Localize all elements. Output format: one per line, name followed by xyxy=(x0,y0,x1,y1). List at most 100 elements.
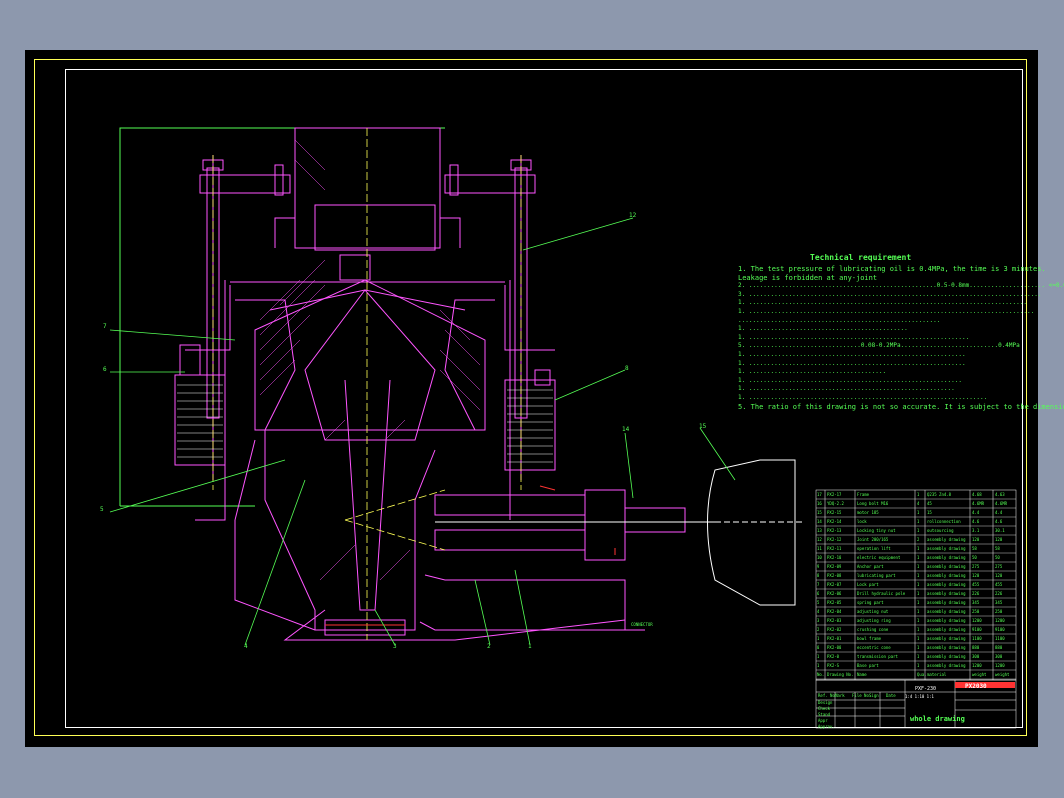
bom-cell-code: PX2-05 xyxy=(827,600,842,605)
bom-cell-material: assembly drawing xyxy=(927,546,966,551)
bom-cell-qty: 1 xyxy=(917,636,920,641)
requirement-line: 5. The ratio of this drawing is not so a… xyxy=(738,402,1064,411)
bom-cell-no: 0 xyxy=(817,645,820,650)
bom-cell-name: crushing cone xyxy=(857,627,889,632)
bom-cell-name: transmission part xyxy=(857,654,898,659)
callout-8: 8 xyxy=(625,365,629,372)
bom-cell-material: assembly drawing xyxy=(927,645,966,650)
requirement-line: 1. .....................................… xyxy=(738,394,988,401)
bom-cell-no: 3 xyxy=(817,618,820,623)
bom-cell-w: 3.1 xyxy=(972,528,980,533)
bom-cell-material: assembly drawing xyxy=(927,618,966,623)
bom-cell-w: 455 xyxy=(972,582,980,587)
bom-cell-no: 11 xyxy=(817,546,822,551)
bom-cell-name: electric equipment xyxy=(857,555,901,560)
bom-cell-material: assembly drawing xyxy=(927,573,966,578)
bom-cell-no: 1 xyxy=(817,654,820,659)
bom-cell-material: assembly drawing xyxy=(927,654,966,659)
bom-cell-t: 300 xyxy=(995,654,1003,659)
bom-cell-w: 50 xyxy=(972,555,977,560)
bom-cell-w: 275 xyxy=(972,564,980,569)
bom-cell-code: PX2-06 xyxy=(827,591,842,596)
bom-cell-name: Drill hydraulic pole xyxy=(857,591,906,596)
bom-cell-no: 14 xyxy=(817,519,822,524)
title-block-label: Appr xyxy=(818,718,828,723)
callout-15: 15 xyxy=(699,423,707,430)
bom-cell-t: 275 xyxy=(995,564,1003,569)
callout-6: 6 xyxy=(103,366,107,373)
bom-cell-no: 5 xyxy=(817,600,820,605)
bom-cell-t: 4.4 xyxy=(995,510,1003,515)
bom-cell-qty: 1 xyxy=(917,600,920,605)
bom-cell-w: 120 xyxy=(972,537,980,542)
bom-cell-name: adjusting ring xyxy=(857,618,891,623)
bom-cell-code: PX2-07 xyxy=(827,582,842,587)
bom-cell-code: PX2-04 xyxy=(827,609,842,614)
bom-cell-material: assembly drawing xyxy=(927,600,966,605)
bom-cell-no: 9 xyxy=(817,564,820,569)
requirement-line: Leakage is forbidden at any-joint xyxy=(738,273,878,282)
bom-cell-qty: 1 xyxy=(917,654,920,659)
bom-cell-material: assembly drawing xyxy=(927,663,966,668)
bom-cell-code: PX2-00 xyxy=(827,645,842,650)
requirement-line: 1. .....................................… xyxy=(738,368,887,376)
bom-cell-w: 4.4 xyxy=(972,510,980,515)
requirement-line: 1. .....................................… xyxy=(738,385,955,393)
bom-cell-code: PX2-09 xyxy=(827,564,842,569)
requirement-line: 1. .....................................… xyxy=(738,359,966,367)
bom-cell-material: assembly drawing xyxy=(927,636,966,641)
bom-cell-qty: 1 xyxy=(917,510,920,515)
title-block-label: Design xyxy=(818,700,833,705)
bom-cell-name: Long bolt M16 xyxy=(857,501,889,506)
callout-2: 2 xyxy=(487,643,491,650)
bom-cell-no: 10 xyxy=(817,555,822,560)
callout-14: 14 xyxy=(622,426,630,433)
bom-cell-code: PX2-15 xyxy=(827,510,842,515)
bom-cell-code: PX2-11 xyxy=(827,546,842,551)
bom-cell-qty: 1 xyxy=(917,573,920,578)
requirement-line: 5. ...............................0.08-0… xyxy=(738,342,1020,350)
bom-cell-t: 1100 xyxy=(995,636,1005,641)
bom-cell-t: weight xyxy=(995,672,1010,677)
drawing-number: PX2030 xyxy=(965,683,987,690)
bom-cell-material: assembly drawing xyxy=(927,537,966,542)
bom-cell-no: 1 xyxy=(817,636,820,641)
bom-cell-name: Joint 200/165 xyxy=(857,537,889,542)
bom-cell-name: spring part xyxy=(857,600,884,605)
bom-cell-code: PX2-14 xyxy=(827,519,842,524)
title-block-label: Mark xyxy=(835,693,845,698)
bom-cell-name: Lock part xyxy=(857,582,879,587)
requirement-line: ........................................… xyxy=(738,316,941,324)
bom-cell-no: 8 xyxy=(817,573,820,578)
title-block-label: Check xyxy=(818,706,831,711)
callout-3: 3 xyxy=(393,643,397,650)
bom-cell-name: operation lift xyxy=(857,546,891,551)
drawing-sheet: Technical requirement 1. The test pressu… xyxy=(25,50,1064,747)
callout-1: 1 xyxy=(528,643,532,650)
bom-cell-no: 12 xyxy=(817,537,822,542)
bom-cell-t: 30.1 xyxy=(995,528,1005,533)
bom-cell-name: Anchor part xyxy=(857,564,884,569)
bom-cell-w: 4.6 xyxy=(972,519,980,524)
bom-cell-qty: 1 xyxy=(917,627,920,632)
bom-cell-name: Frame xyxy=(857,492,870,497)
bom-cell-w: 300 xyxy=(972,654,980,659)
bom-cell-material: Q235 Zn4.8 xyxy=(927,492,952,497)
bom-cell-w: 250 xyxy=(972,609,980,614)
bom-cell-code: PX2-S xyxy=(827,663,840,668)
bom-cell-name: lubricating part xyxy=(857,573,896,578)
bom-cell-material: assembly drawing xyxy=(927,627,966,632)
bom-cell-w: 1200 xyxy=(972,618,982,623)
bom-cell-no: 17 xyxy=(817,492,822,497)
bom-cell-t: 120 xyxy=(995,573,1003,578)
bom-cell-no: 2 xyxy=(817,627,820,632)
crusher-body xyxy=(174,127,715,641)
callout-7: 7 xyxy=(103,323,107,330)
bom-cell-t: 455 xyxy=(995,582,1003,587)
bom-cell-no: 4 xyxy=(817,609,820,614)
bom-cell-qty: 1 xyxy=(917,528,920,533)
bom-cell-code: PX2-0 xyxy=(827,654,840,659)
bom-cell-no: 13 xyxy=(817,528,822,533)
bom-cell-name: lock xyxy=(857,519,867,524)
technical-requirement-title: Technical requirement xyxy=(810,253,912,262)
